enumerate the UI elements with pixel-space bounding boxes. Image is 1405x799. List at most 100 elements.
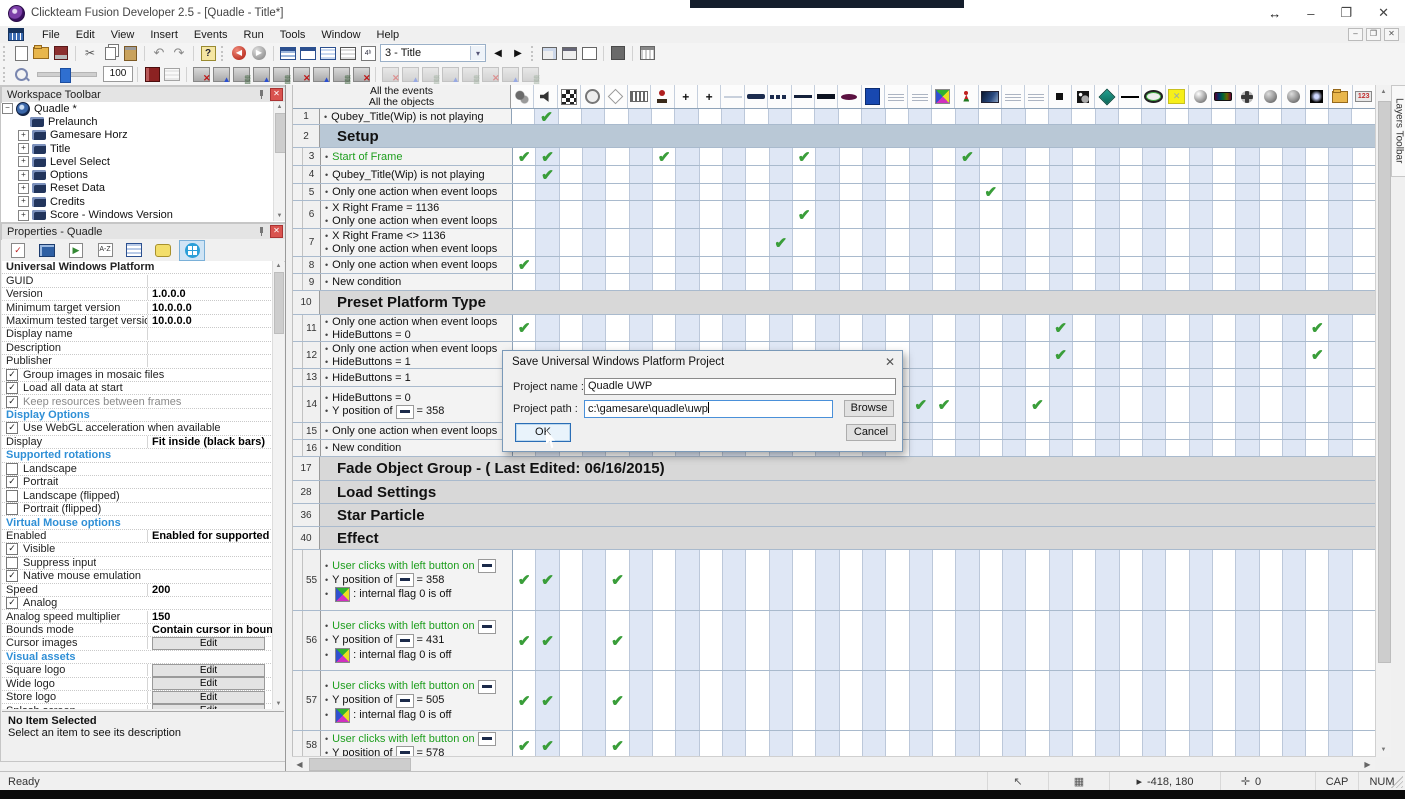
column-line-black[interactable] <box>1119 85 1142 108</box>
action-cell[interactable] <box>1096 731 1119 757</box>
action-cell[interactable] <box>1306 257 1329 273</box>
action-cell[interactable] <box>1283 315 1306 341</box>
action-cell[interactable] <box>1353 731 1376 757</box>
action-cell[interactable] <box>1003 315 1026 341</box>
action-cell[interactable] <box>980 229 1003 256</box>
action-cell[interactable] <box>1096 148 1119 165</box>
action-cell[interactable] <box>583 731 606 757</box>
action-cell[interactable] <box>1026 274 1049 290</box>
action-cell[interactable] <box>1260 731 1283 757</box>
scroll-down-icon[interactable]: ▼ <box>274 211 285 221</box>
event-number[interactable]: 36 <box>293 504 320 526</box>
property-row-display-name[interactable]: Display name <box>2 328 273 341</box>
action-cell[interactable] <box>1049 109 1072 124</box>
action-cell[interactable] <box>1142 109 1165 124</box>
action-cell[interactable] <box>700 611 723 670</box>
property-row-description[interactable]: Description <box>2 342 273 355</box>
action-cell[interactable] <box>1213 387 1236 422</box>
action-cell[interactable] <box>1119 109 1142 124</box>
action-cell[interactable] <box>630 274 653 290</box>
column-create-objects[interactable] <box>605 85 628 108</box>
runtime-tab[interactable]: ▶ <box>63 240 89 261</box>
action-cell[interactable] <box>1003 166 1026 183</box>
action-cell[interactable] <box>583 550 606 610</box>
action-cell[interactable] <box>700 550 723 610</box>
zoom-magnifier[interactable] <box>11 66 31 83</box>
action-cell[interactable] <box>1283 184 1306 200</box>
action-cell[interactable] <box>1236 369 1259 386</box>
action-cell[interactable] <box>1306 274 1329 290</box>
property-row-landscape[interactable]: Landscape <box>2 463 273 476</box>
action-cell[interactable] <box>536 229 559 256</box>
action-cell[interactable] <box>1260 148 1283 165</box>
action-cell[interactable] <box>1190 274 1213 290</box>
action-cell[interactable] <box>770 201 793 228</box>
action-cell[interactable] <box>770 731 793 757</box>
workspace-close-icon[interactable]: ✕ <box>270 88 283 101</box>
action-cell[interactable] <box>956 671 979 730</box>
action-cell[interactable] <box>1120 731 1143 757</box>
action-cell[interactable] <box>769 109 792 124</box>
action-cell[interactable] <box>1026 315 1049 341</box>
action-cell[interactable] <box>1003 423 1026 439</box>
property-row-store-logo[interactable]: Store logoEdit <box>2 691 273 704</box>
event-conditions[interactable]: •HideButtons = 0•Y position of = 358 <box>321 387 513 422</box>
column-storyboard-controls[interactable] <box>558 85 581 108</box>
action-cell[interactable] <box>840 550 863 610</box>
action-cell[interactable] <box>1353 257 1376 273</box>
action-cell[interactable] <box>1213 440 1236 456</box>
action-cell[interactable] <box>793 184 816 200</box>
action-cell[interactable] <box>793 229 816 256</box>
action-cell[interactable] <box>1329 274 1352 290</box>
action-cell[interactable] <box>770 257 793 273</box>
event-tool-alt-8[interactable] <box>520 66 540 83</box>
action-cell[interactable] <box>1213 148 1236 165</box>
action-cell[interactable] <box>1003 257 1026 273</box>
action-cell[interactable] <box>1003 342 1026 368</box>
column-keyboard-mouse[interactable] <box>628 85 651 108</box>
checkbox-checked[interactable]: ✓ <box>6 396 18 408</box>
action-cell[interactable] <box>816 315 839 341</box>
action-cell[interactable] <box>956 387 979 422</box>
action-cell[interactable] <box>1003 671 1026 730</box>
action-cell[interactable] <box>1329 166 1352 183</box>
event-conditions[interactable]: •Only one action when event loops <box>321 184 513 200</box>
column-figure-red[interactable] <box>955 85 978 108</box>
layers-toolbar-tab[interactable]: Layers Toolbar <box>1391 85 1405 177</box>
action-cell[interactable] <box>1306 201 1329 228</box>
action-cell[interactable] <box>676 257 699 273</box>
action-cell[interactable] <box>560 731 583 757</box>
property-value[interactable]: 200 <box>148 584 273 596</box>
action-cell[interactable] <box>1190 550 1213 610</box>
tree-root-item[interactable]: −Quadle * <box>2 102 274 115</box>
action-cell[interactable] <box>583 184 606 200</box>
action-cell[interactable] <box>746 611 769 670</box>
action-cell[interactable] <box>1329 440 1352 456</box>
action-cell[interactable] <box>910 369 933 386</box>
zoom-slider[interactable] <box>37 72 97 77</box>
column-text-blue[interactable] <box>1002 85 1025 108</box>
action-cell[interactable] <box>910 229 933 256</box>
action-cell[interactable] <box>630 550 653 610</box>
expand-icon[interactable]: + <box>18 156 29 167</box>
action-cell[interactable] <box>933 229 956 256</box>
fullscreen[interactable] <box>608 45 628 62</box>
run-frame[interactable] <box>559 45 579 62</box>
property-value[interactable]: Enabled for supported devices <box>148 530 273 542</box>
action-cell[interactable] <box>700 229 723 256</box>
redo[interactable] <box>169 45 189 62</box>
column-square-glow[interactable] <box>1306 85 1329 108</box>
properties-scrollbar[interactable]: ▲ ▼ <box>272 261 284 709</box>
action-cell[interactable] <box>956 440 979 456</box>
action-cell[interactable] <box>1120 315 1143 341</box>
action-cell[interactable] <box>1329 387 1352 422</box>
action-cell[interactable] <box>886 229 909 256</box>
expand-icon[interactable]: + <box>18 210 29 221</box>
action-cell[interactable] <box>1050 369 1073 386</box>
action-cell[interactable] <box>910 274 933 290</box>
edit-button[interactable]: Edit <box>152 664 265 677</box>
action-cell[interactable] <box>933 166 956 183</box>
property-row-visible[interactable]: ✓Visible <box>2 543 273 556</box>
property-row-minimum-target-version[interactable]: Minimum target version10.0.0.0 <box>2 301 273 314</box>
expand-icon[interactable]: + <box>18 170 29 181</box>
